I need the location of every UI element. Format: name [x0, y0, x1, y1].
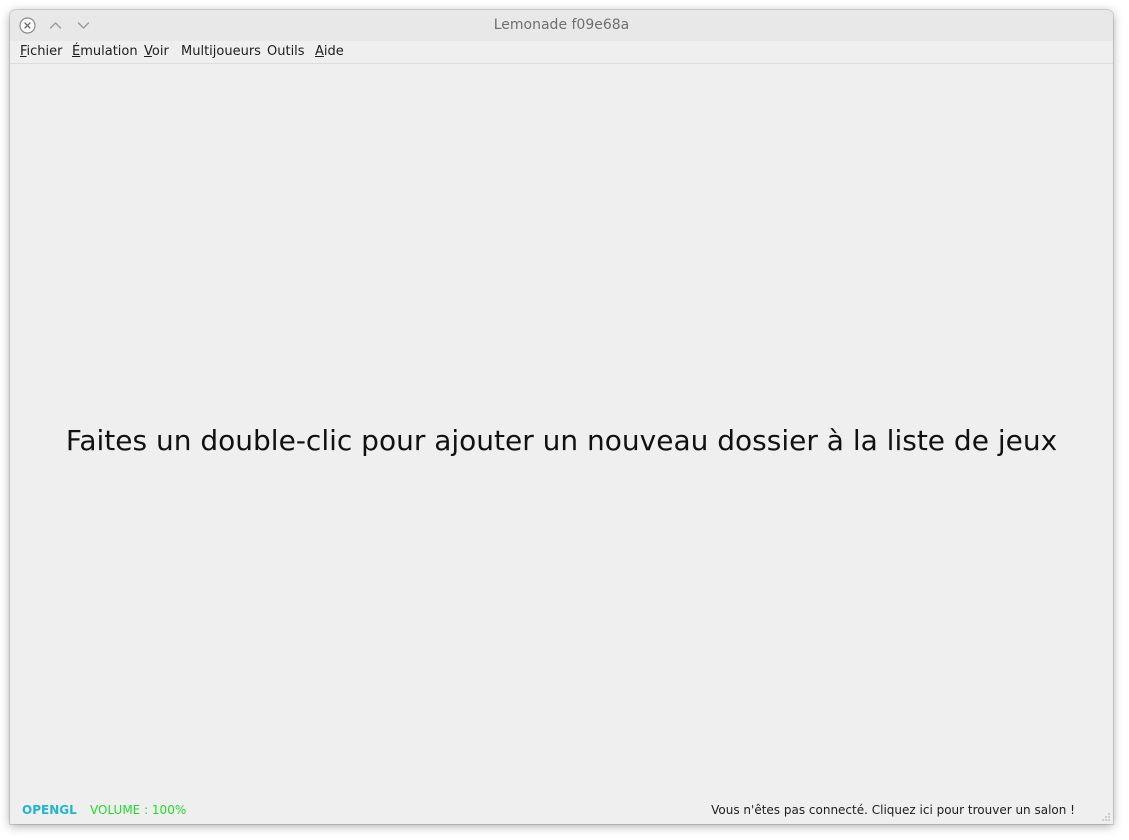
menu-multijoueurs[interactable]: Multijoueurs	[181, 41, 261, 63]
chevron-down-icon	[77, 22, 90, 29]
status-bar: OPENGL VOLUME : 100% Vous n'êtes pas con…	[10, 796, 1113, 824]
close-icon	[19, 17, 36, 34]
maximize-window-button[interactable]	[75, 17, 92, 34]
netplay-status-link[interactable]: Vous n'êtes pas connecté. Cliquez ici po…	[711, 796, 1075, 824]
close-window-button[interactable]	[19, 17, 36, 34]
renderer-status[interactable]: OPENGL	[22, 796, 77, 824]
empty-game-list-message[interactable]: Faites un double-clic pour ajouter un no…	[10, 421, 1113, 461]
menu-voir[interactable]: Voir	[144, 41, 169, 63]
window-title: Lemonade f09e68a	[493, 17, 630, 33]
volume-status[interactable]: VOLUME : 100%	[90, 796, 186, 824]
menu-fichier[interactable]: Fichier	[20, 41, 63, 63]
menu-aide[interactable]: Aide	[315, 41, 344, 63]
minimize-window-button[interactable]	[47, 17, 64, 34]
menu-outils[interactable]: Outils	[267, 41, 305, 63]
title-bar[interactable]: Lemonade f09e68a	[10, 10, 1113, 41]
app-window: Lemonade f09e68a Fichier Émulation Voir …	[10, 10, 1113, 824]
game-list-area[interactable]: Faites un double-clic pour ajouter un no…	[10, 64, 1113, 799]
resize-grip-icon[interactable]	[1101, 812, 1111, 822]
menu-emulation[interactable]: Émulation	[72, 41, 138, 63]
menu-bar: Fichier Émulation Voir Multijoueurs Outi…	[10, 41, 1113, 64]
chevron-up-icon	[49, 22, 62, 29]
